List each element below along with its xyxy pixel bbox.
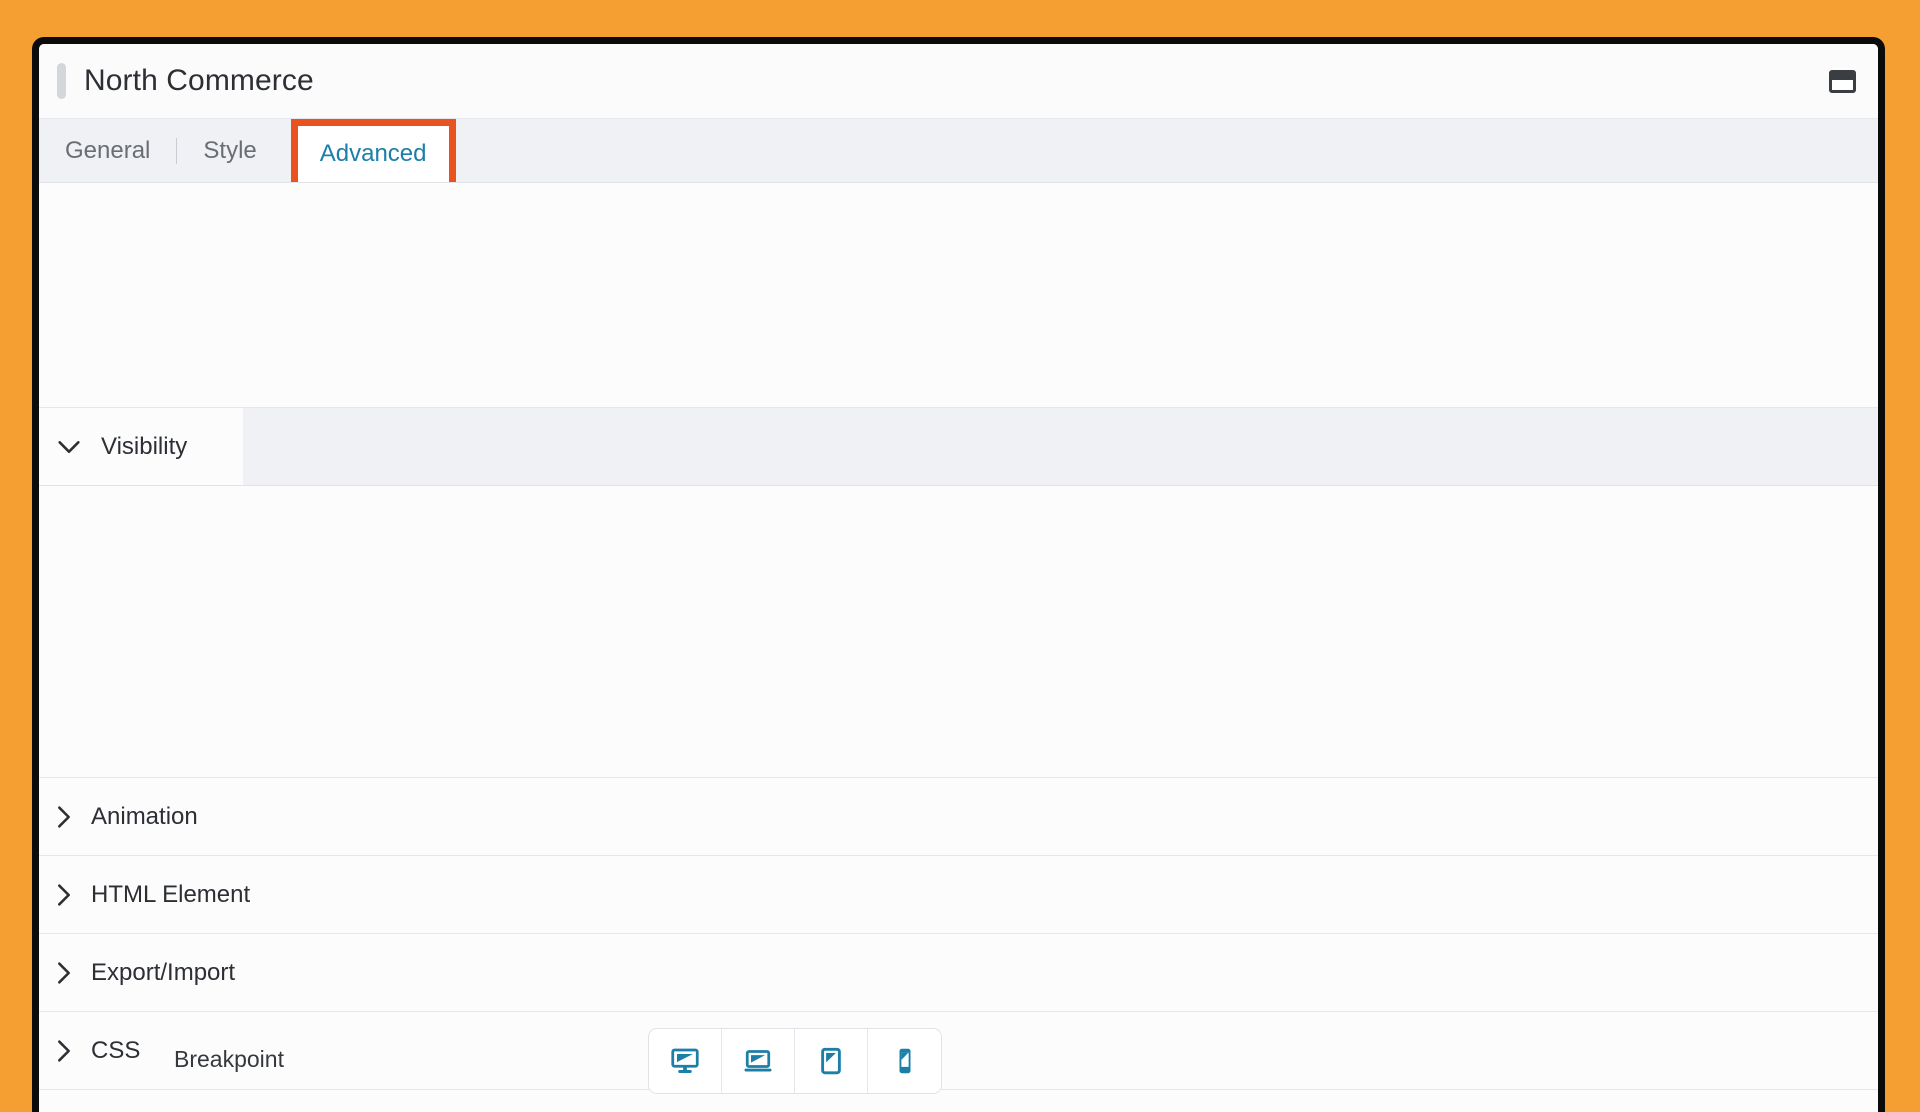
- settings-content: Margins: [39, 183, 1878, 1112]
- section-toggle-visibility[interactable]: Visibility: [39, 408, 243, 485]
- panel-titlebar: North Commerce: [39, 44, 1878, 119]
- section-title-visibility: Visibility: [101, 433, 187, 461]
- section-title-export-import: Export/Import: [91, 959, 235, 987]
- page-title: North Commerce: [84, 64, 314, 98]
- chevron-right-icon: [57, 1039, 71, 1063]
- section-body-visibility: Breakpoint: [39, 486, 1878, 778]
- section-title-animation: Animation: [91, 803, 198, 831]
- tablet-icon: [816, 1046, 846, 1076]
- window-icon[interactable]: [1829, 70, 1856, 93]
- breakpoint-desktop-button[interactable]: [649, 1029, 722, 1093]
- chevron-right-icon: [57, 961, 71, 985]
- margins-section: Margins: [39, 183, 1878, 408]
- laptop-icon: [743, 1046, 773, 1076]
- settings-panel: North Commerce General Style Advanced Ma…: [32, 37, 1885, 1112]
- chevron-right-icon: [57, 883, 71, 907]
- section-header-visibility: Visibility: [39, 408, 1878, 486]
- breakpoint-laptop-button[interactable]: [722, 1029, 795, 1093]
- breakpoint-label: Breakpoint: [174, 1046, 284, 1073]
- screen-background: North Commerce General Style Advanced Ma…: [0, 0, 1920, 1080]
- desktop-icon: [670, 1046, 700, 1076]
- breakpoint-tablet-button[interactable]: [795, 1029, 868, 1093]
- tab-style[interactable]: Style: [177, 119, 282, 182]
- tab-general-label: General: [65, 137, 150, 165]
- chevron-right-icon: [57, 805, 71, 829]
- section-toggle-css[interactable]: CSS: [39, 1012, 1878, 1090]
- section-toggle-animation[interactable]: Animation: [39, 778, 1878, 856]
- section-toggle-html-element[interactable]: HTML Element: [39, 856, 1878, 934]
- breakpoint-mobile-button[interactable]: [868, 1029, 941, 1093]
- tab-style-label: Style: [203, 137, 256, 165]
- breakpoint-button-group: [648, 1028, 942, 1094]
- mobile-icon: [890, 1046, 920, 1076]
- tab-advanced-label: Advanced: [320, 140, 427, 168]
- section-title-html-element: HTML Element: [91, 881, 250, 909]
- chevron-down-icon: [57, 440, 81, 454]
- drag-handle[interactable]: [57, 63, 66, 99]
- section-toggle-export-import[interactable]: Export/Import: [39, 934, 1878, 1012]
- tab-strip: General Style Advanced: [39, 119, 1878, 183]
- section-title-css: CSS: [91, 1037, 140, 1065]
- tab-general[interactable]: General: [39, 119, 176, 182]
- tab-advanced[interactable]: Advanced: [291, 119, 456, 182]
